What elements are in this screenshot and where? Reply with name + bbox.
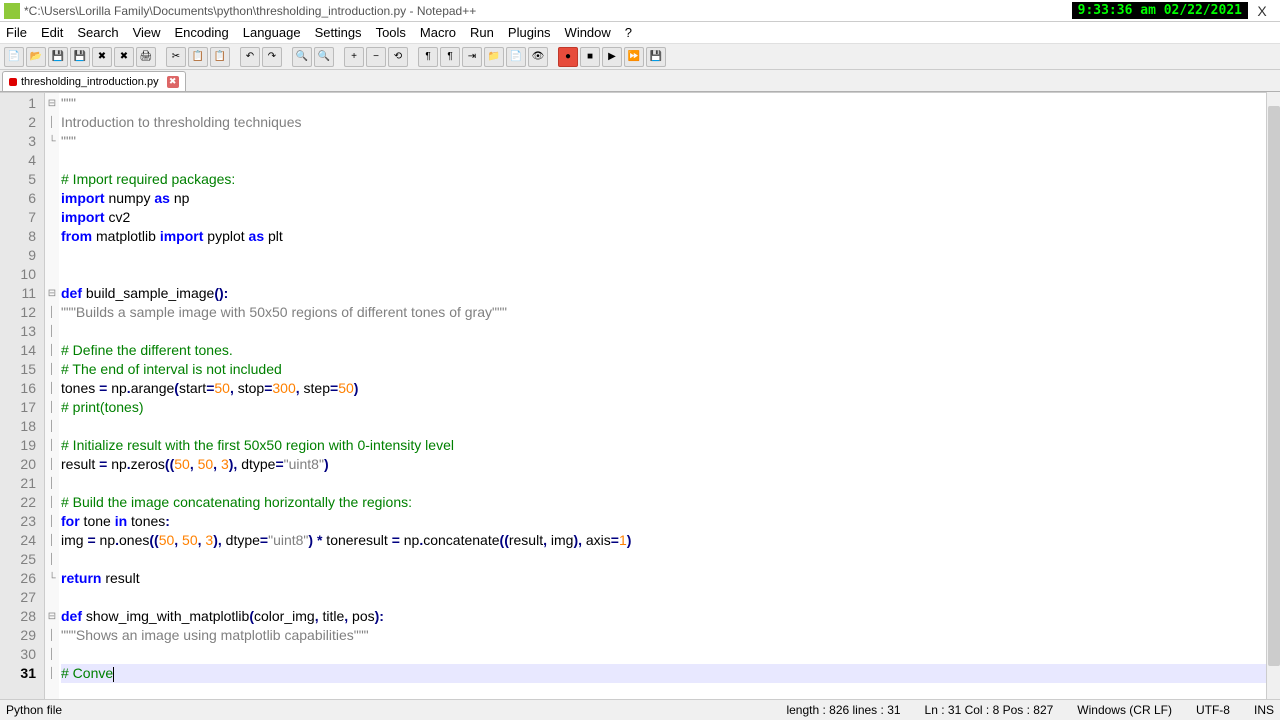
menu-encoding[interactable]: Encoding — [175, 25, 229, 40]
menu-tools[interactable]: Tools — [376, 25, 406, 40]
close-icon[interactable]: ✖ — [92, 47, 112, 67]
code-area[interactable]: """Introduction to thresholding techniqu… — [59, 93, 1280, 699]
menu-search[interactable]: Search — [77, 25, 118, 40]
close-button[interactable]: X — [1248, 3, 1276, 19]
indent-icon[interactable]: ⇥ — [462, 47, 482, 67]
find-icon[interactable]: 🔍 — [292, 47, 312, 67]
menu-?[interactable]: ? — [625, 25, 632, 40]
open-icon[interactable]: 📂 — [26, 47, 46, 67]
file-tab[interactable]: thresholding_introduction.py ✖ — [2, 71, 186, 91]
status-bar: Python file length : 826 lines : 31 Ln :… — [0, 699, 1280, 720]
modified-dot-icon — [9, 78, 17, 86]
menu-bar: File Edit Search View Encoding Language Settin… — [0, 22, 1280, 44]
stop-icon[interactable]: ■ — [580, 47, 600, 67]
play-icon[interactable]: ▶ — [602, 47, 622, 67]
sync-icon[interactable]: ⟲ — [388, 47, 408, 67]
app-icon — [4, 3, 20, 19]
replace-icon[interactable]: 🔍 — [314, 47, 334, 67]
title-bar: *C:\Users\Lorilla Family\Documents\pytho… — [0, 0, 1280, 22]
wrap-icon[interactable]: ¶ — [418, 47, 438, 67]
hidden-chars-icon[interactable]: ¶ — [440, 47, 460, 67]
monitor-icon[interactable]: 👁 — [528, 47, 548, 67]
tab-close-icon[interactable]: ✖ — [167, 76, 179, 88]
editor: 1234567891011121314151617181920212223242… — [0, 92, 1280, 699]
zoom-out-icon[interactable]: − — [366, 47, 386, 67]
redo-icon[interactable]: ↷ — [262, 47, 282, 67]
zoom-in-icon[interactable]: + — [344, 47, 364, 67]
paste-icon[interactable]: 📋 — [210, 47, 230, 67]
copy-icon[interactable]: 📋 — [188, 47, 208, 67]
scrollbar-thumb[interactable] — [1268, 106, 1280, 666]
tab-label: thresholding_introduction.py — [21, 76, 159, 88]
save-all-icon[interactable]: 💾 — [70, 47, 90, 67]
status-length: length : 826 lines : 31 — [786, 703, 900, 717]
fold-gutter: ⊟│└⊟││││││││││││││└⊟│││ — [45, 93, 59, 699]
cut-icon[interactable]: ✂ — [166, 47, 186, 67]
tab-bar: thresholding_introduction.py ✖ — [0, 70, 1280, 92]
menu-view[interactable]: View — [133, 25, 161, 40]
menu-macro[interactable]: Macro — [420, 25, 456, 40]
print-icon[interactable]: 🖨 — [136, 47, 156, 67]
vertical-scrollbar[interactable] — [1266, 92, 1280, 699]
menu-settings[interactable]: Settings — [315, 25, 362, 40]
status-position: Ln : 31 Col : 8 Pos : 827 — [925, 703, 1054, 717]
line-gutter: 1234567891011121314151617181920212223242… — [0, 93, 45, 699]
status-encoding: UTF-8 — [1196, 703, 1230, 717]
record-icon[interactable]: ● — [558, 47, 578, 67]
menu-run[interactable]: Run — [470, 25, 494, 40]
close-all-icon[interactable]: ✖ — [114, 47, 134, 67]
save-icon[interactable]: 💾 — [48, 47, 68, 67]
menu-file[interactable]: File — [6, 25, 27, 40]
toolbar: 📄 📂 💾 💾 ✖ ✖ 🖨 ✂ 📋 📋 ↶ ↷ 🔍 🔍 + − ⟲ ¶ ¶ ⇥ … — [0, 44, 1280, 70]
menu-language[interactable]: Language — [243, 25, 301, 40]
menu-plugins[interactable]: Plugins — [508, 25, 551, 40]
undo-icon[interactable]: ↶ — [240, 47, 260, 67]
status-lang: Python file — [6, 703, 62, 717]
save-macro-icon[interactable]: 💾 — [646, 47, 666, 67]
status-eol: Windows (CR LF) — [1077, 703, 1172, 717]
status-mode: INS — [1254, 703, 1274, 717]
menu-edit[interactable]: Edit — [41, 25, 63, 40]
folder-icon[interactable]: 📁 — [484, 47, 504, 67]
window-title: *C:\Users\Lorilla Family\Documents\pytho… — [24, 4, 1072, 18]
clock-overlay: 9:33:36 am 02/22/2021 — [1072, 2, 1248, 19]
doc-icon[interactable]: 📄 — [506, 47, 526, 67]
play-multi-icon[interactable]: ⏩ — [624, 47, 644, 67]
new-icon[interactable]: 📄 — [4, 47, 24, 67]
menu-window[interactable]: Window — [565, 25, 611, 40]
